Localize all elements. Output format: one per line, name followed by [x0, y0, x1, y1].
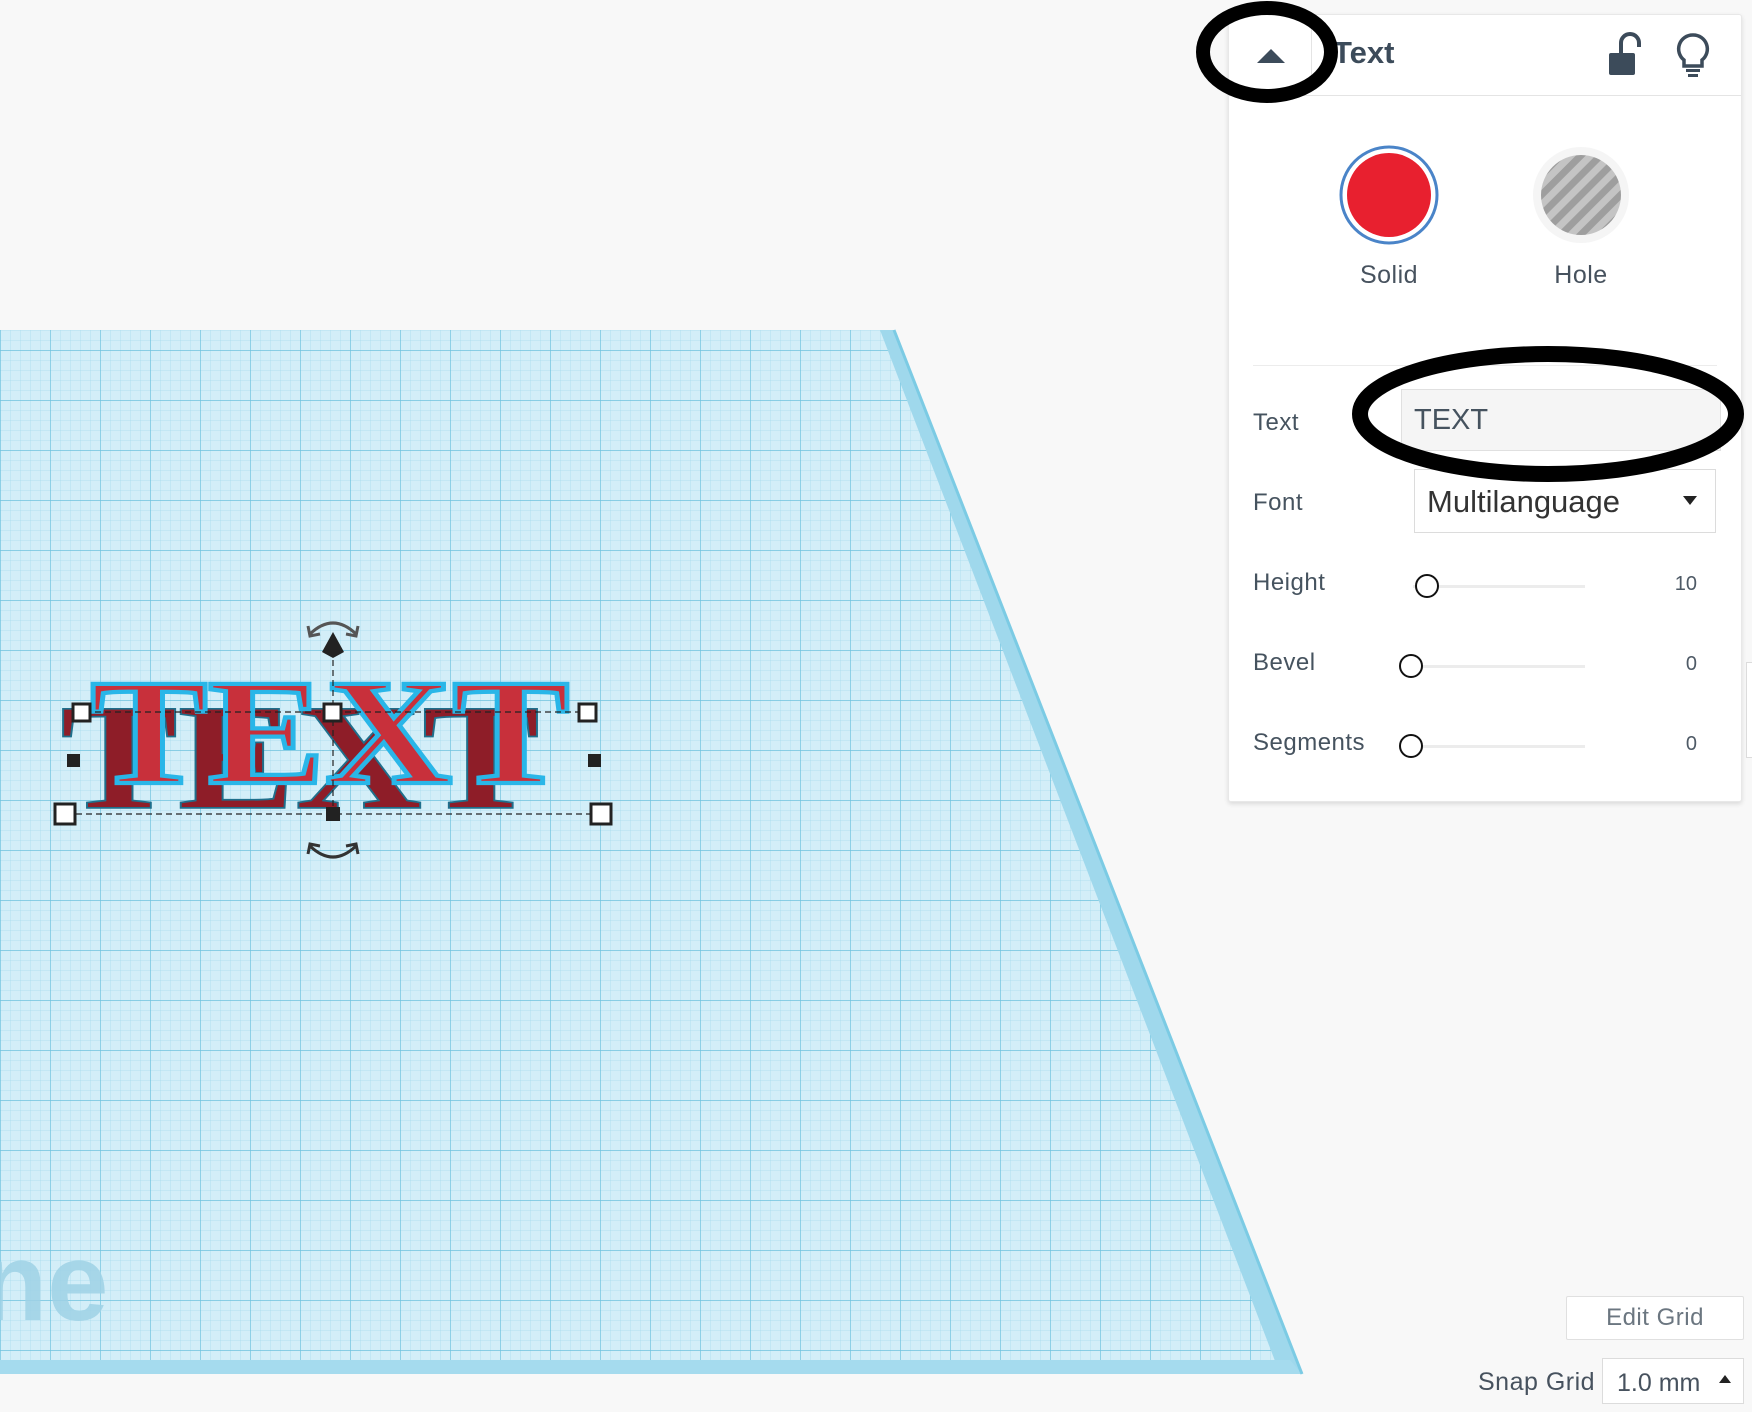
- text-prop-label: Text: [1253, 409, 1300, 436]
- caret-up-icon: [1719, 1375, 1731, 1383]
- panel-header: Text: [1229, 15, 1741, 96]
- snap-grid-dropdown[interactable]: 1.0 mm: [1602, 1358, 1744, 1404]
- handle-corner-bottom-right[interactable]: [589, 802, 613, 826]
- text-shape-face: TEXT: [90, 648, 569, 816]
- bevel-prop-label: Bevel: [1253, 649, 1316, 676]
- caret-down-icon: [1683, 496, 1697, 505]
- edit-grid-button[interactable]: Edit Grid: [1566, 1296, 1744, 1340]
- lock-open-icon[interactable]: [1601, 31, 1645, 79]
- text-input[interactable]: [1401, 389, 1721, 451]
- panel-title: Text: [1333, 35, 1395, 70]
- font-dropdown-value: Multilanguage: [1427, 484, 1621, 519]
- workplane-watermark: ne: [0, 1221, 108, 1344]
- chevron-up-icon: [1257, 49, 1285, 63]
- segments-value[interactable]: 0: [1686, 733, 1697, 756]
- height-slider-knob[interactable]: [1415, 574, 1439, 598]
- handle-mid-left[interactable]: [67, 754, 80, 767]
- solid-label: Solid: [1359, 261, 1419, 289]
- hole-label: Hole: [1554, 261, 1608, 289]
- text-shape[interactable]: TEXT TEXT: [59, 646, 571, 842]
- font-dropdown[interactable]: Multilanguage: [1414, 469, 1716, 533]
- workplane-grid[interactable]: [0, 329, 1310, 1380]
- height-slider[interactable]: [1413, 571, 1585, 601]
- handle-top-center[interactable]: [322, 702, 343, 723]
- bevel-value[interactable]: 0: [1686, 653, 1697, 676]
- segments-slider-track: [1399, 745, 1585, 748]
- segments-slider-knob[interactable]: [1399, 734, 1423, 758]
- bevel-slider-knob[interactable]: [1399, 654, 1423, 678]
- hole-swatch-icon[interactable]: [1529, 143, 1633, 247]
- handle-top-right[interactable]: [577, 702, 598, 723]
- handle-top-left[interactable]: [71, 702, 92, 723]
- handle-corner-bottom-left[interactable]: [53, 802, 77, 826]
- shape-inspector-panel: Text Solid Hole Text TEXT Font Multilang…: [1228, 14, 1742, 802]
- height-value[interactable]: 10: [1675, 573, 1697, 596]
- bevel-slider-track: [1399, 665, 1585, 668]
- snap-grid-label: Snap Grid: [1478, 1368, 1596, 1396]
- handle-mid-right[interactable]: [588, 754, 601, 767]
- hole-option[interactable]: Hole: [1521, 143, 1641, 290]
- lightbulb-icon[interactable]: [1671, 31, 1715, 79]
- font-prop-label: Font: [1253, 489, 1304, 516]
- solid-option[interactable]: Solid: [1329, 143, 1449, 290]
- segments-slider[interactable]: [1399, 731, 1585, 761]
- bevel-slider[interactable]: [1399, 651, 1585, 681]
- collapse-panel-button[interactable]: [1231, 21, 1312, 89]
- height-prop-label: Height: [1253, 569, 1326, 596]
- snap-grid-value: 1.0 mm: [1617, 1369, 1701, 1397]
- panel-divider: [1253, 365, 1717, 366]
- solid-color-swatch[interactable]: [1337, 143, 1441, 247]
- side-panel-tab[interactable]: [1746, 662, 1752, 758]
- segments-prop-label: Segments: [1253, 729, 1366, 756]
- handle-bottom-center[interactable]: [326, 807, 340, 821]
